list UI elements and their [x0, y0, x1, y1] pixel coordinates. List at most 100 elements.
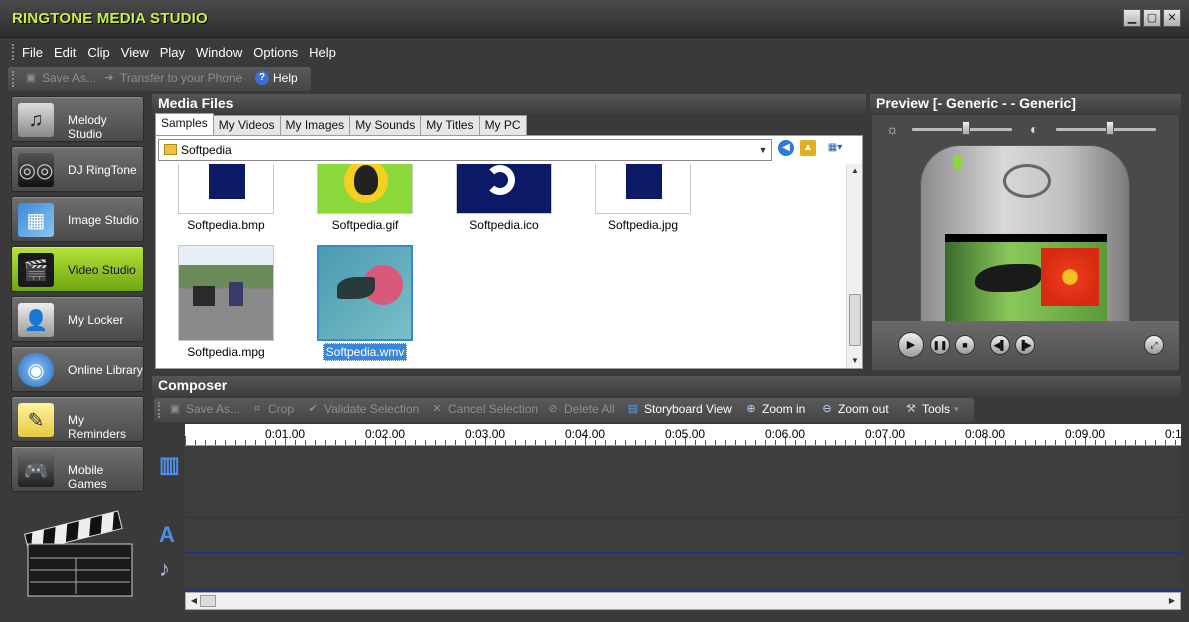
scroll-right-icon[interactable]: ▶: [1164, 594, 1180, 608]
tab-my-images[interactable]: My Images: [279, 115, 351, 135]
sidebar-item-melody-studio[interactable]: ♫ Melody Studio: [11, 96, 144, 142]
app-title: RINGTONE MEDIA STUDIO: [12, 10, 208, 27]
audio-track-icon: ♪: [159, 556, 170, 581]
ruler-tick: [225, 440, 226, 445]
menu-options[interactable]: Options: [253, 45, 298, 60]
ruler-tick: [315, 440, 316, 445]
menu-help[interactable]: Help: [309, 45, 336, 60]
audio-track[interactable]: [185, 553, 1181, 591]
composer-toolbar: ▣ Save As... ⌗ Crop ✔ Validate Selection…: [154, 398, 974, 422]
sidebar-item-label: Video Studio: [68, 263, 136, 277]
text-track[interactable]: [185, 518, 1181, 553]
sidebar-item-mobile-games[interactable]: 🎮 Mobile Games: [11, 446, 144, 492]
ruler-tick: [255, 440, 256, 445]
folder-up-icon[interactable]: ▲: [800, 140, 816, 156]
scrollbar-thumb[interactable]: [849, 294, 861, 346]
file-item[interactable]: Softpedia.jpg: [595, 164, 691, 232]
video-track[interactable]: [185, 446, 1181, 518]
view-menu-icon[interactable]: ▦▾: [822, 140, 848, 156]
ruler-tick: [235, 440, 236, 445]
ruler-tick: [955, 440, 956, 445]
menu-grip[interactable]: [12, 44, 16, 60]
save-as-button[interactable]: ▣ Save As...: [24, 71, 96, 85]
delete-all-button[interactable]: ⊘ Delete All: [546, 402, 614, 416]
scroll-down-icon[interactable]: ▼: [847, 354, 863, 368]
validate-label: Validate Selection: [324, 402, 420, 416]
ruler-tick: [455, 440, 456, 445]
ruler-tick: [1055, 440, 1056, 445]
slider-knob[interactable]: [1106, 121, 1114, 135]
sidebar-item-video-studio[interactable]: 🎬 Video Studio: [11, 246, 144, 292]
menu-clip[interactable]: Clip: [87, 45, 109, 60]
ruler-tick: [545, 440, 546, 445]
ruler-tick: [1025, 440, 1026, 445]
file-item[interactable]: Softpedia.wmv: [317, 245, 413, 361]
play-icon[interactable]: ▶: [898, 332, 924, 358]
composer-save-as-button[interactable]: ▣ Save As...: [168, 402, 240, 416]
ruler-tick: [1135, 440, 1136, 445]
tab-my-videos[interactable]: My Videos: [212, 115, 281, 135]
scrollbar-thumb[interactable]: [200, 595, 216, 607]
menu-items: File Edit Clip View Play Window Options …: [22, 45, 336, 60]
tab-samples[interactable]: Samples: [155, 113, 214, 135]
brightness-slider[interactable]: ☼: [886, 121, 1026, 137]
path-combobox[interactable]: Softpedia ▼: [158, 139, 772, 161]
reminder-icon: ✎: [18, 403, 54, 437]
transfer-button[interactable]: ➜ Transfer to your Phone: [102, 71, 242, 85]
storyboard-view-button[interactable]: ▤ Storyboard View: [626, 402, 732, 416]
ruler-tick: [525, 440, 526, 445]
file-item[interactable]: Softpedia.bmp: [178, 164, 274, 232]
sidebar-item-my-locker[interactable]: 👤 My Locker: [11, 296, 144, 342]
dropdown-arrow-icon[interactable]: ▼: [755, 140, 771, 160]
menu-view[interactable]: View: [121, 45, 149, 60]
crop-button[interactable]: ⌗ Crop: [250, 402, 294, 416]
tab-my-pc[interactable]: My PC: [478, 115, 527, 135]
pause-icon[interactable]: ❚❚: [930, 335, 950, 355]
close-button[interactable]: ✕: [1163, 9, 1181, 27]
sidebar-item-dj-ringtone[interactable]: ◎◎ DJ RingTone: [11, 146, 144, 192]
toolbar-grip[interactable]: [12, 71, 16, 87]
contrast-slider[interactable]: ◐: [1030, 121, 1170, 137]
sidebar-item-online-library[interactable]: ◉ Online Library: [11, 346, 144, 392]
ruler-tick: [425, 440, 426, 445]
fullscreen-icon[interactable]: ⤢: [1144, 335, 1164, 355]
toolbar-grip[interactable]: [158, 402, 162, 418]
zoom-in-button[interactable]: ⊕ Zoom in: [744, 402, 805, 416]
timeline-scrollbar[interactable]: ◀ ▶: [185, 592, 1181, 610]
menu-window[interactable]: Window: [196, 45, 242, 60]
stop-icon[interactable]: ■: [955, 335, 975, 355]
chevron-down-icon: ▾: [954, 403, 959, 414]
storyboard-label: Storyboard View: [644, 402, 732, 416]
file-item[interactable]: Softpedia.ico: [456, 164, 552, 232]
file-item[interactable]: Softpedia.gif: [317, 164, 413, 232]
previous-frame-icon[interactable]: ◀▌: [990, 335, 1010, 355]
maximize-button[interactable]: ▢: [1143, 9, 1161, 27]
phone-led: [954, 155, 961, 170]
next-frame-icon[interactable]: ▐▶: [1015, 335, 1035, 355]
tools-button[interactable]: ⚒ Tools ▾: [904, 402, 959, 416]
menu-play[interactable]: Play: [160, 45, 185, 60]
file-item[interactable]: Softpedia.mpg: [178, 245, 274, 359]
validate-selection-button[interactable]: ✔ Validate Selection: [306, 402, 419, 416]
zoom-out-button[interactable]: ⊖ Zoom out: [820, 402, 888, 416]
sidebar-item-label: My Locker: [68, 313, 124, 327]
back-icon[interactable]: ◀: [778, 140, 794, 156]
sidebar-item-my-reminders[interactable]: ✎ My Reminders: [11, 396, 144, 442]
slider-knob[interactable]: [962, 121, 970, 135]
time-ruler[interactable]: 0:01.00 0:02.00 0:03.00 0:04.00 0:05.00 0:06.…: [185, 424, 1182, 446]
scroll-up-icon[interactable]: ▲: [847, 164, 863, 178]
tab-my-sounds[interactable]: My Sounds: [349, 115, 422, 135]
cancel-selection-button[interactable]: ✕ Cancel Selection: [430, 402, 538, 416]
help-button[interactable]: ? Help: [255, 71, 298, 85]
file-grid-scrollbar[interactable]: ▲ ▼: [846, 164, 862, 368]
file-name: Softpedia.mpg: [187, 345, 265, 359]
ruler-label: 0:06.00: [765, 427, 806, 441]
sidebar-item-image-studio[interactable]: ▦ Image Studio: [11, 196, 144, 242]
ruler-label: 0:08.00: [965, 427, 1006, 441]
menu-edit[interactable]: Edit: [54, 45, 76, 60]
minimize-button[interactable]: ▁: [1123, 9, 1141, 27]
timeline: ▥ A ♪ 0:01.00 0:02.00 0:03.00 0:04.00 0:05.0…: [154, 424, 1182, 612]
tab-my-titles[interactable]: My Titles: [420, 115, 480, 135]
video-track-icon: ▥: [159, 452, 180, 477]
menu-file[interactable]: File: [22, 45, 43, 60]
